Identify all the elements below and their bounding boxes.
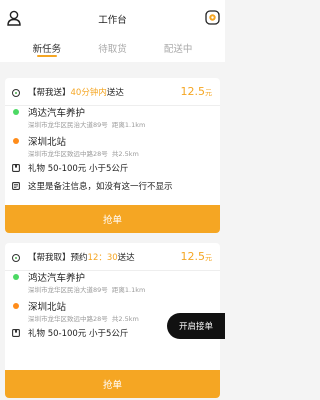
- order-type-icon: [12, 89, 20, 97]
- pickup-address: 深圳市龙华区民治大道89号 距离1.1km: [28, 286, 146, 294]
- app-header: 工作台: [0, 0, 225, 38]
- order-time-suffix: 送达: [117, 253, 135, 263]
- order-time: 40分钟内: [70, 88, 107, 98]
- message-icon[interactable]: [205, 10, 220, 25]
- dropoff-dot-icon: [13, 138, 19, 144]
- page-title: 工作台: [98, 15, 127, 26]
- order-title: 【帮我送】40分钟内送达: [28, 86, 124, 98]
- start-accepting-orders-button[interactable]: 开启接单: [167, 313, 225, 339]
- dropoff-dot-icon: [13, 303, 19, 309]
- package-icon: [12, 164, 20, 172]
- pickup-dot-icon: [13, 274, 19, 280]
- pickup-address: 深圳市龙华区民治大道89号 距离1.1km: [28, 121, 146, 129]
- dropoff-address: 深圳市龙华区致远中路28号 共2.5km: [28, 150, 139, 158]
- order-header-row: 【帮我取】预约12：30送达 12.5元: [5, 250, 220, 265]
- order-time-prefix: 预约: [70, 253, 88, 263]
- order-price: 12.5元: [180, 85, 213, 98]
- order-type-icon: [12, 254, 20, 262]
- order-title: 【帮我取】预约12：30送达: [28, 251, 135, 263]
- pickup-name: 鸿达汽车养护: [28, 273, 86, 284]
- order-price: 12.5元: [180, 250, 213, 263]
- order-header-row: 【帮我送】40分钟内送达 12.5元: [5, 85, 220, 100]
- user-icon[interactable]: [7, 10, 21, 26]
- note-text: 这里是备注信息，如没有这一行不显示: [28, 182, 173, 192]
- order-tag: 【帮我取】: [28, 253, 71, 263]
- order-time: 12：30: [87, 253, 118, 263]
- package-icon: [12, 329, 20, 337]
- dropoff-name: 深圳北站: [28, 302, 67, 313]
- pickup-name: 鸿达汽车养护: [28, 108, 86, 119]
- grab-order-button[interactable]: 抢单: [5, 205, 220, 233]
- dropoff-name: 深圳北站: [28, 137, 67, 148]
- order-tag: 【帮我送】: [28, 88, 71, 98]
- tab-pending-pickup[interactable]: 待取货: [98, 38, 127, 55]
- note-icon: [12, 182, 20, 190]
- tab-bar: 新任务 待取货 配送中: [0, 38, 225, 62]
- pickup-dot-icon: [13, 109, 19, 115]
- tab-new-tasks[interactable]: 新任务: [33, 38, 62, 55]
- grab-order-button[interactable]: 抢单: [5, 370, 220, 398]
- order-time-suffix: 送达: [106, 88, 124, 98]
- tab-delivering[interactable]: 配送中: [164, 38, 193, 55]
- goods-info: 礼物 50-100元 小于5公斤: [28, 164, 129, 174]
- dropoff-address: 深圳市龙华区致远中路28号 共2.5km: [28, 315, 139, 323]
- order-card: 【帮我送】40分钟内送达 12.5元 鸿达汽车养护 深圳市龙华区民治大道89号 …: [5, 78, 220, 233]
- goods-info: 礼物 50-100元 小于5公斤: [28, 329, 129, 339]
